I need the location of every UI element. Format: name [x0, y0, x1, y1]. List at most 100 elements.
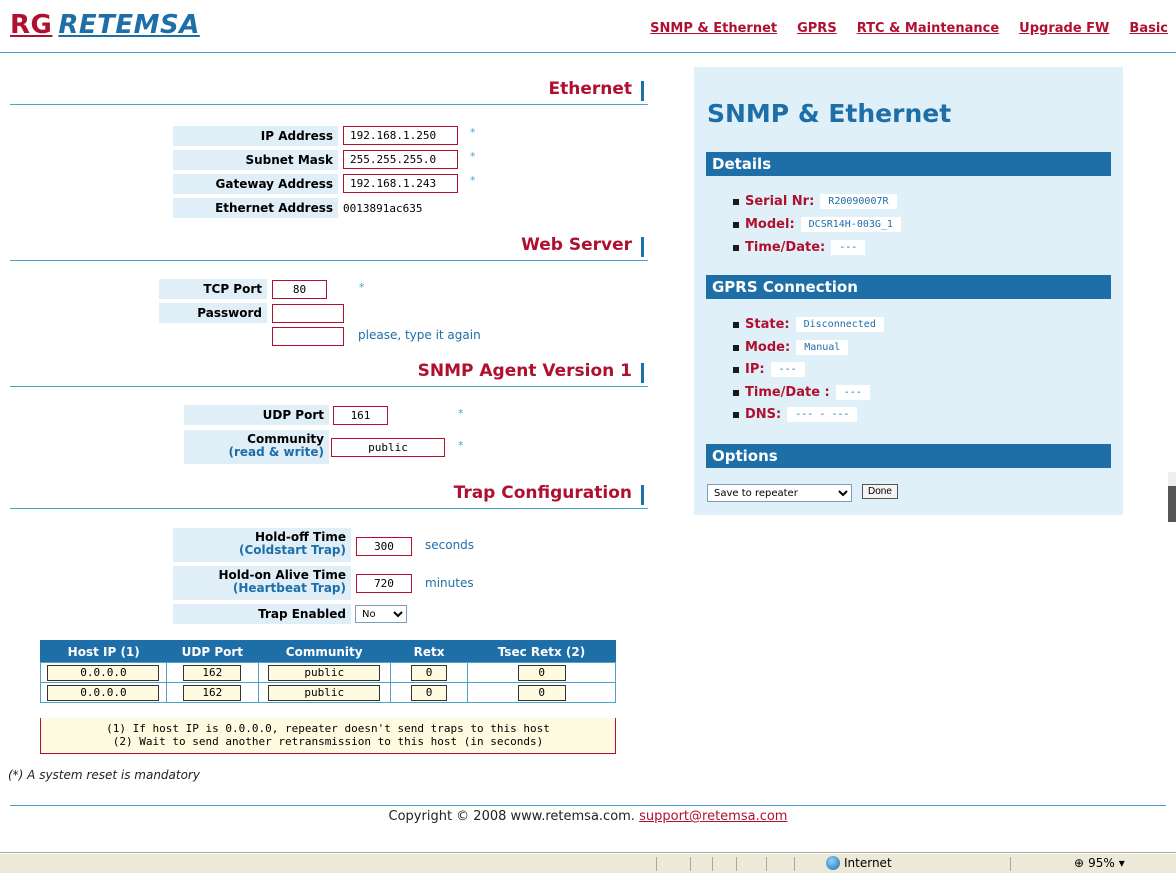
community-label: Community (read & write) — [184, 430, 329, 464]
browser-status-bar: Internet ⊕ 95% ▾ — [0, 853, 1176, 873]
holdoff-input[interactable]: 300 — [356, 537, 412, 556]
gprs-time-value: --- — [835, 385, 870, 400]
status-separator — [766, 857, 767, 871]
table-cell: 0.0.0.0 — [40, 662, 167, 683]
section-title: Trap Configuration — [453, 483, 632, 503]
bullet-icon — [733, 321, 739, 328]
gateway-label: Gateway Address — [173, 174, 338, 194]
status-separator — [1010, 857, 1011, 871]
reset-asterisk: * — [359, 281, 365, 294]
password-input[interactable] — [272, 304, 344, 323]
host-retx-input[interactable]: 0 — [411, 664, 448, 681]
status-separator — [690, 857, 691, 871]
host-retx-input[interactable]: 0 — [411, 684, 448, 701]
nav-upgrade-fw[interactable]: Upgrade FW — [1019, 21, 1109, 36]
host-table-header: Host IP (1) UDP Port Community Retx Tsec… — [40, 640, 616, 663]
udp-port-input[interactable]: 161 — [333, 406, 388, 425]
section-title: SNMP Agent Version 1 — [417, 361, 632, 381]
section-marker — [641, 237, 644, 257]
holdon-input[interactable]: 720 — [356, 574, 412, 593]
gprs-time-item: Time/Date : --- — [733, 385, 870, 400]
time-item: Time/Date: --- — [733, 240, 866, 255]
zoom-control[interactable]: ⊕ 95% ▾ — [1074, 856, 1125, 870]
holdoff-label-text: Hold-off Time — [254, 530, 346, 544]
model-value: DCSR14H-003G_1 — [800, 217, 901, 232]
gateway-input[interactable]: 192.168.1.243 — [343, 174, 458, 193]
password-label: Password — [159, 303, 267, 323]
nav-snmp-ethernet[interactable]: SNMP & Ethernet — [650, 21, 777, 36]
host-ip-input[interactable]: 0.0.0.0 — [47, 684, 160, 701]
host-tsec-input[interactable]: 0 — [517, 664, 566, 681]
model-label: Model: — [745, 217, 795, 232]
state-value: Disconnected — [795, 317, 884, 332]
host-table-notes: (1) If host IP is 0.0.0.0, repeater does… — [40, 718, 616, 754]
mode-label: Mode: — [745, 340, 791, 355]
zoom-value: 95% — [1088, 856, 1115, 870]
community-input[interactable]: public — [331, 438, 445, 457]
footer-divider — [10, 805, 1166, 806]
host-community-input[interactable]: public — [268, 664, 381, 681]
tcp-port-input[interactable]: 80 — [272, 280, 327, 299]
reset-asterisk: * — [470, 150, 476, 163]
holdoff-sub-label: (Coldstart Trap) — [238, 543, 346, 557]
globe-icon — [826, 856, 840, 870]
header-divider — [0, 52, 1176, 53]
done-button[interactable]: Done — [862, 484, 898, 499]
bullet-icon — [733, 389, 739, 396]
holdon-sub-label: (Heartbeat Trap) — [232, 581, 346, 595]
section-title: Ethernet — [548, 79, 632, 99]
ip-item: IP: --- — [733, 362, 805, 377]
table-cell: 0 — [389, 662, 469, 683]
reset-asterisk: * — [470, 174, 476, 187]
ip-label: IP: — [745, 362, 765, 377]
logo-rg: RG — [10, 10, 53, 40]
table-row: 0.0.0.0 162 public 0 0 — [40, 662, 616, 683]
gprs-time-label: Time/Date : — [745, 385, 830, 400]
host-port-input[interactable]: 162 — [183, 684, 242, 701]
col-host-ip: Host IP (1) — [40, 640, 167, 663]
holdon-label-text: Hold-on Alive Time — [218, 568, 346, 582]
status-separator — [794, 857, 795, 871]
support-email-link[interactable]: support@retemsa.com — [639, 809, 787, 824]
reset-asterisk: * — [470, 126, 476, 139]
gprs-bar: GPRS Connection — [706, 275, 1111, 299]
copyright-text: Copyright © 2008 www.retemsa.com. — [388, 809, 635, 824]
chevron-down-icon: ▾ — [1118, 856, 1125, 870]
nav-basic[interactable]: Basic — [1129, 21, 1168, 36]
mode-value: Manual — [796, 340, 849, 355]
section-snmp-agent: SNMP Agent Version 1 — [10, 349, 648, 387]
host-community-input[interactable]: public — [268, 684, 381, 701]
table-cell: 162 — [165, 662, 259, 683]
holdon-unit: minutes — [425, 576, 474, 590]
scroll-handle[interactable] — [1168, 472, 1176, 522]
bullet-icon — [733, 221, 739, 228]
udp-port-label: UDP Port — [184, 405, 329, 425]
save-option-select[interactable]: Save to repeater — [707, 484, 852, 502]
status-separator — [736, 857, 737, 871]
host-tsec-input[interactable]: 0 — [517, 684, 566, 701]
table-cell: 0.0.0.0 — [40, 682, 167, 703]
bullet-icon — [733, 344, 739, 351]
section-marker — [641, 81, 644, 101]
community-sub-label: (read & write) — [228, 445, 324, 459]
table-row: 0.0.0.0 162 public 0 0 — [40, 682, 616, 703]
panel-title: SNMP & Ethernet — [707, 99, 952, 128]
ip-value: --- — [770, 362, 805, 377]
bullet-icon — [733, 198, 739, 205]
ip-address-input[interactable]: 192.168.1.250 — [343, 126, 458, 145]
host-ip-input[interactable]: 0.0.0.0 — [47, 664, 160, 681]
subnet-mask-input[interactable]: 255.255.255.0 — [343, 150, 458, 169]
host-note-2: (2) Wait to send another retransmission … — [112, 735, 544, 748]
trap-enabled-select[interactable]: No — [355, 605, 407, 623]
password-confirm-input[interactable] — [272, 327, 344, 346]
tcp-port-label: TCP Port — [159, 279, 267, 299]
security-zone[interactable]: Internet — [826, 856, 892, 870]
copyright: Copyright © 2008 www.retemsa.com. suppor… — [0, 809, 1176, 824]
nav-rtc-maintenance[interactable]: RTC & Maintenance — [857, 21, 999, 36]
nav-gprs[interactable]: GPRS — [797, 21, 837, 36]
serial-item: Serial Nr: R20090007R — [733, 194, 897, 209]
serial-value: R20090007R — [820, 194, 897, 209]
table-cell: public — [257, 662, 391, 683]
retype-note: please, type it again — [358, 328, 481, 342]
host-port-input[interactable]: 162 — [183, 664, 242, 681]
